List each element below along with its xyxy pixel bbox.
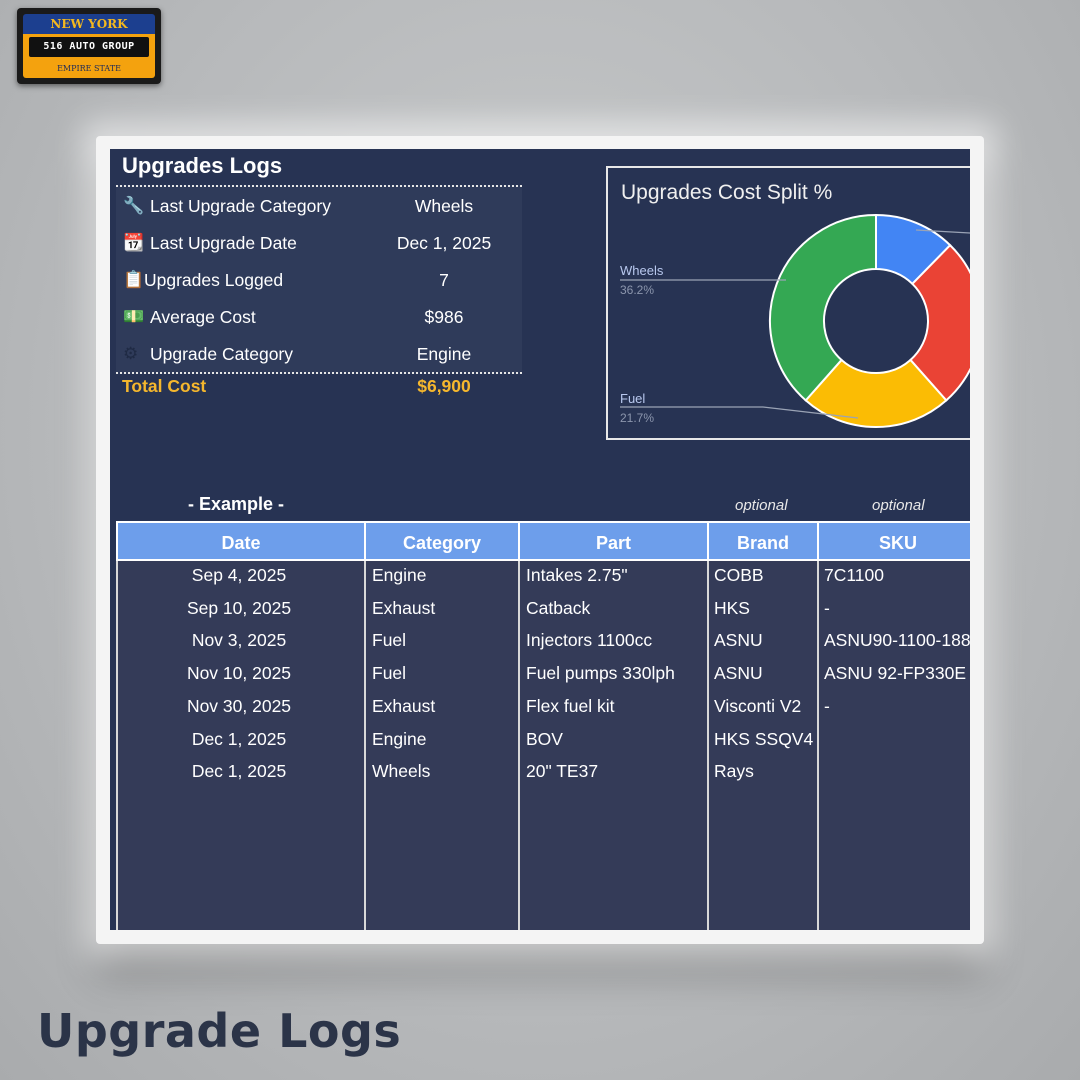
summary-label: Upgrade Category (150, 344, 293, 364)
cell-category[interactable]: Engine (372, 729, 427, 750)
total-cost-label: Total Cost (122, 376, 207, 396)
calendar-icon: 📆 (123, 233, 145, 252)
summary-label: Last Upgrade Date (150, 233, 297, 253)
gear-icon: ⚙ (123, 344, 139, 363)
summary-value: Engine (416, 344, 472, 364)
summary-label: Upgrades Logged (144, 270, 284, 290)
cell-brand[interactable]: Visconti V2 (714, 696, 801, 717)
money-icon: 💵 (123, 307, 145, 326)
clipboard-icon: 📋 (123, 270, 145, 289)
logo-plate-text: 516 AUTO GROUP (29, 37, 149, 57)
summary-row-last-date: 📆 Last Upgrade Date Dec 1, 2025 (116, 224, 522, 261)
cost-split-chart[interactable]: Upgrades Cost Split % Wheels 36.2% Fuel 21.… (606, 166, 970, 440)
column-divider (817, 561, 819, 930)
cell-sku[interactable]: 7C1100 (824, 565, 884, 586)
cell-part[interactable]: Fuel pumps 330lph (526, 663, 675, 684)
cell-category[interactable]: Exhaust (372, 696, 435, 717)
header-category[interactable]: Category (366, 521, 520, 561)
cell-sku[interactable]: ASNU90-1100-188 (824, 630, 970, 651)
slice-label-fuel: Fuel (620, 391, 645, 406)
optional-label-sku: optional (872, 497, 925, 514)
cell-brand[interactable]: COBB (714, 565, 764, 586)
cell-part[interactable]: Intakes 2.75" (526, 565, 628, 586)
cell-brand[interactable]: HKS (714, 598, 750, 619)
header-sku[interactable]: SKU (819, 521, 970, 561)
wrench-icon: 🔧 (123, 196, 145, 215)
column-divider (707, 561, 709, 930)
cell-brand[interactable]: ASNU (714, 663, 763, 684)
cell-brand[interactable]: HKS SSQV4 (714, 729, 813, 750)
cell-date[interactable]: Dec 1, 2025 (116, 761, 362, 782)
slice-percent-wheels: 36.2% (620, 283, 654, 297)
column-divider (518, 561, 520, 930)
logo-bottom-text: EMPIRE STATE (57, 64, 121, 73)
summary-value: Dec 1, 2025 (396, 233, 492, 253)
summary-value: Wheels (414, 196, 474, 216)
spreadsheet: Upgrades Logs 🔧 Last Upgrade Category Wh… (110, 149, 970, 930)
summary-row-last-category: 🔧 Last Upgrade Category Wheels (116, 187, 522, 224)
cell-date[interactable]: Dec 1, 2025 (116, 729, 362, 750)
logo-top-text: NEW YORK (50, 17, 128, 31)
cell-category[interactable]: Exhaust (372, 598, 435, 619)
summary-value: $986 (424, 307, 464, 327)
cell-category[interactable]: Wheels (372, 761, 430, 782)
cell-category[interactable]: Fuel (372, 630, 406, 651)
header-part[interactable]: Part (520, 521, 709, 561)
brand-logo: NEW YORK 516 AUTO GROUP EMPIRE STATE (17, 8, 161, 84)
cell-brand[interactable]: Rays (714, 761, 754, 782)
example-label: - Example - (188, 494, 285, 514)
total-cost-value: $6,900 (417, 376, 471, 396)
summary-value: 7 (439, 270, 449, 290)
summary-label: Average Cost (150, 307, 256, 327)
upgrades-table: Date Category Part Brand SKU Sep 4, 2025… (116, 521, 970, 930)
donut-chart: Wheels 36.2% Fuel 21.7% (620, 213, 970, 428)
cell-date[interactable]: Nov 3, 2025 (116, 630, 362, 651)
cell-category[interactable]: Fuel (372, 663, 406, 684)
page-caption: Upgrade Logs (37, 1004, 402, 1058)
cell-date[interactable]: Sep 4, 2025 (116, 565, 362, 586)
slice-label-wheels: Wheels (620, 263, 664, 278)
header-date[interactable]: Date (116, 521, 366, 561)
cell-part[interactable]: BOV (526, 729, 563, 750)
cell-sku[interactable]: ASNU 92-FP330E (824, 663, 966, 684)
summary-label: Last Upgrade Category (150, 196, 331, 216)
header-brand[interactable]: Brand (709, 521, 819, 561)
summary-row-upgrade-category: ⚙ Upgrade Category Engine (116, 335, 522, 372)
cell-date[interactable]: Nov 10, 2025 (116, 663, 362, 684)
cell-date[interactable]: Nov 30, 2025 (116, 696, 362, 717)
cell-brand[interactable]: ASNU (714, 630, 763, 651)
summary-panel: 🔧 Last Upgrade Category Wheels 📆 Last Up… (116, 185, 522, 374)
cell-category[interactable]: Engine (372, 565, 427, 586)
column-divider (364, 561, 366, 930)
cell-date[interactable]: Sep 10, 2025 (116, 598, 362, 619)
optional-label-brand: optional (735, 497, 788, 514)
cell-sku[interactable]: - (824, 598, 830, 619)
cell-sku[interactable]: - (824, 696, 830, 717)
summary-title: Upgrades Logs (122, 153, 283, 178)
total-cost-row: Total Cost $6,900 (122, 376, 522, 397)
cell-part[interactable]: Catback (526, 598, 590, 619)
summary-row-upgrades-logged: 📋 Upgrades Logged 7 (116, 261, 522, 298)
summary-row-average-cost: 💵 Average Cost $986 (116, 298, 522, 335)
slice-percent-fuel: 21.7% (620, 411, 654, 425)
cell-part[interactable]: Flex fuel kit (526, 696, 615, 717)
cell-part[interactable]: Injectors 1100cc (526, 630, 652, 651)
cell-part[interactable]: 20" TE37 (526, 761, 598, 782)
